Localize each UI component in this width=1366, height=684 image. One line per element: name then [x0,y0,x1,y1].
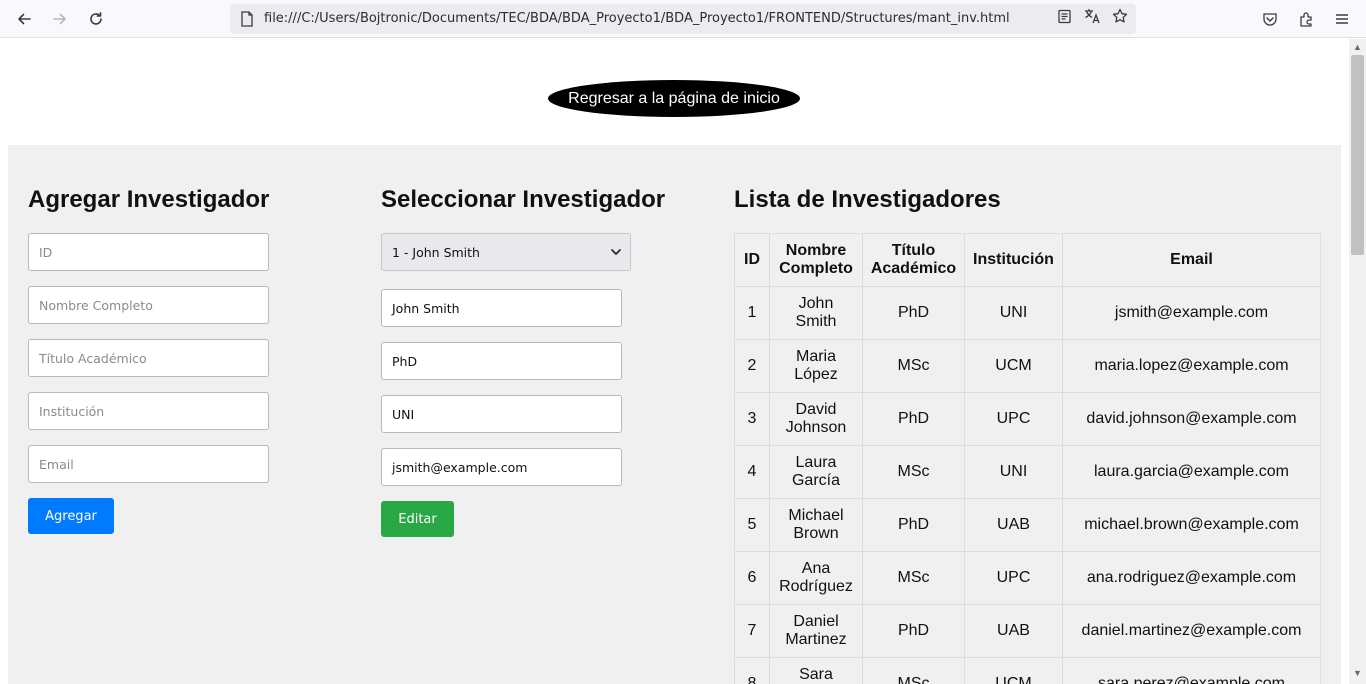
cell-id: 4 [734,445,770,499]
cell-academic-title: PhD [862,392,965,446]
cell-email: sara.perez@example.com [1062,657,1321,684]
cell-academic-title: MSc [862,657,965,684]
cell-email: michael.brown@example.com [1062,498,1321,552]
table-header-row: ID Nombre Completo Título Académico Inst… [734,233,1321,287]
table-row: 6 Ana Rodríguez MSc UPC ana.rodriguez@ex… [734,551,1321,605]
table-row: 1 John Smith PhD UNI jsmith@example.com [734,286,1321,340]
cell-full-name: Ana Rodríguez [769,551,863,605]
column-header-full-name: Nombre Completo [769,233,863,287]
table-row: 7 Daniel Martinez PhD UAB daniel.martine… [734,604,1321,658]
reader-view-icon[interactable] [1053,6,1075,26]
column-header-id: ID [734,233,770,287]
menu-icon[interactable] [1329,6,1355,32]
researcher-table: ID Nombre Completo Título Académico Inst… [734,233,1321,684]
select-researcher-title: Seleccionar Investigador [381,186,666,213]
cell-institution: UCM [964,339,1063,393]
pocket-icon[interactable] [1257,6,1283,32]
academic-title-input[interactable]: Título Académico [28,339,269,377]
add-button[interactable]: Agregar [28,498,114,534]
cell-academic-title: MSc [862,445,965,499]
cell-id: 8 [734,657,770,684]
cell-id: 1 [734,286,770,340]
cell-id: 5 [734,498,770,552]
reload-icon[interactable] [83,6,109,32]
page-icon [241,11,253,27]
cell-institution: UAB [964,498,1063,552]
edit-email-input[interactable]: jsmith@example.com [381,448,622,486]
extensions-icon[interactable] [1293,6,1319,32]
cell-email: jsmith@example.com [1062,286,1321,340]
cell-id: 7 [734,604,770,658]
cell-academic-title: PhD [862,498,965,552]
cell-full-name: Daniel Martinez [769,604,863,658]
edit-button[interactable]: Editar [381,501,454,537]
full-name-input[interactable]: Nombre Completo [28,286,269,324]
cell-institution: UNI [964,286,1063,340]
column-header-email: Email [1062,233,1321,287]
cell-institution: UAB [964,604,1063,658]
cell-academic-title: PhD [862,604,965,658]
column-header-academic-title: Título Académico [862,233,965,287]
edit-academic-title-input[interactable]: PhD [381,342,622,380]
chevron-down-icon [611,249,621,255]
table-row: 5 Michael Brown PhD UAB michael.brown@ex… [734,498,1321,552]
cell-academic-title: MSc [862,551,965,605]
table-row: 2 Maria López MSc UCM maria.lopez@exampl… [734,339,1321,393]
researcher-list-title: Lista de Investigadores [734,186,1001,213]
cell-full-name: Laura García [769,445,863,499]
back-to-home-button[interactable]: Regresar a la página de inicio [548,80,800,117]
translate-icon[interactable] [1081,6,1103,26]
cell-full-name: John Smith [769,286,863,340]
cell-email: laura.garcia@example.com [1062,445,1321,499]
cell-id: 3 [734,392,770,446]
cell-institution: UPC [964,551,1063,605]
forward-arrow-icon[interactable] [47,6,73,32]
researcher-select[interactable]: 1 - John Smith [381,233,631,271]
edit-full-name-input[interactable]: John Smith [381,289,622,327]
cell-id: 6 [734,551,770,605]
cell-id: 2 [734,339,770,393]
page-viewport: Regresar a la página de inicio Agregar I… [0,39,1349,684]
cell-email: maria.lopez@example.com [1062,339,1321,393]
add-researcher-title: Agregar Investigador [28,186,270,213]
cell-full-name: Michael Brown [769,498,863,552]
cell-institution: UCM [964,657,1063,684]
cell-full-name: David Johnson [769,392,863,446]
column-header-institution: Institución [964,233,1063,287]
email-input[interactable]: Email [28,445,269,483]
edit-institution-input[interactable]: UNI [381,395,622,433]
cell-institution: UPC [964,392,1063,446]
browser-toolbar: file:///C:/Users/Bojtronic/Documents/TEC… [0,0,1366,38]
researcher-select-value: 1 - John Smith [392,244,480,260]
id-input[interactable]: ID [28,233,269,271]
cell-email: david.johnson@example.com [1062,392,1321,446]
cell-full-name: Maria López [769,339,863,393]
table-row: 3 David Johnson PhD UPC david.johnson@ex… [734,392,1321,446]
table-row: 8 Sara Perez MSc UCM sara.perez@example.… [734,657,1321,684]
url-text: file:///C:/Users/Bojtronic/Documents/TEC… [264,11,1010,26]
cell-email: daniel.martinez@example.com [1062,604,1321,658]
scroll-up-arrow-icon[interactable]: ▲ [1353,43,1362,52]
address-bar[interactable]: file:///C:/Users/Bojtronic/Documents/TEC… [230,4,1136,34]
vertical-scrollbar[interactable]: ▲ ▼ [1349,39,1366,684]
cell-academic-title: PhD [862,286,965,340]
bookmark-star-icon[interactable] [1109,6,1131,26]
scroll-down-arrow-icon[interactable]: ▼ [1353,669,1362,678]
cell-academic-title: MSc [862,339,965,393]
scrollbar-thumb[interactable] [1351,55,1364,255]
cell-institution: UNI [964,445,1063,499]
table-row: 4 Laura García MSc UNI laura.garcia@exam… [734,445,1321,499]
cell-full-name: Sara Perez [769,657,863,684]
cell-email: ana.rodriguez@example.com [1062,551,1321,605]
main-panel: Agregar Investigador ID Nombre Completo … [8,145,1341,684]
institution-input[interactable]: Institución [28,392,269,430]
back-arrow-icon[interactable] [11,6,37,32]
